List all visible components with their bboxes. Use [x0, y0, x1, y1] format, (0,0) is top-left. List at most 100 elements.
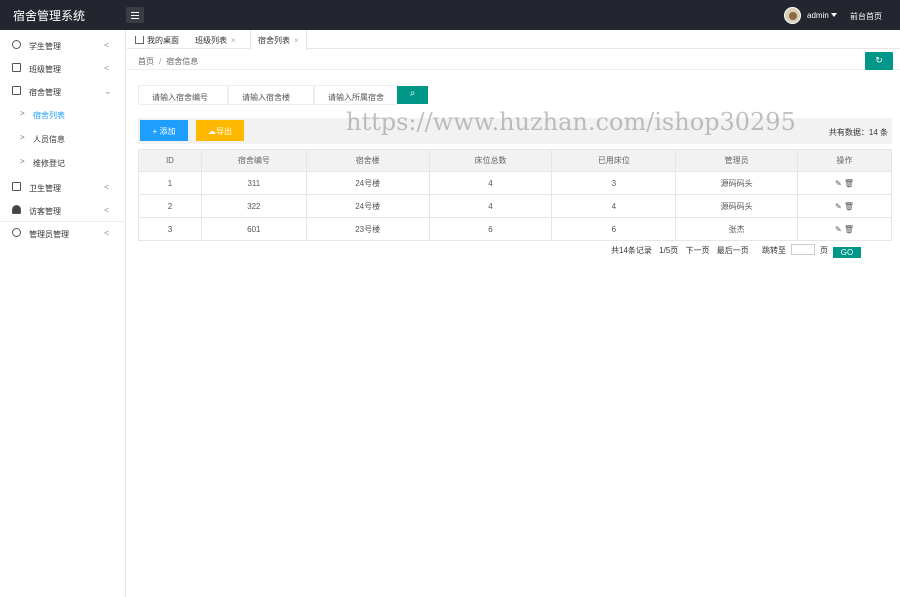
- chevron-left-icon: <: [104, 228, 110, 238]
- sidebar-item-label: 宿舍管理: [29, 88, 61, 97]
- sidebar-item-visitors[interactable]: 访客管理 <: [0, 199, 126, 221]
- pager-page-info: 1/5页: [659, 246, 679, 255]
- visitors-icon: [12, 205, 21, 214]
- chevron-down-icon[interactable]: [831, 13, 837, 17]
- sidebar-item-classes[interactable]: 班级管理 <: [0, 57, 126, 79]
- column-header: 管理员: [675, 149, 799, 172]
- chevron-right-icon: >: [20, 133, 25, 142]
- breadcrumb: 首页 / 宿舍信息: [127, 50, 900, 70]
- table-cell: 源码码头: [675, 194, 799, 218]
- column-header: 床位总数: [428, 149, 553, 172]
- pager-jump-label: 跳转至: [761, 246, 786, 255]
- sidebar-subitem-label: 人员信息: [33, 135, 65, 144]
- table-cell: 4: [428, 194, 553, 218]
- table-cell: 6: [551, 217, 677, 241]
- tab-desktop[interactable]: 我的桌面: [135, 30, 179, 49]
- sidebar: 学生管理 < 班级管理 < 宿舍管理 ⌄ > 宿舍列表 > 人员信息 > 维修登…: [0, 30, 126, 597]
- chevron-right-icon: >: [20, 109, 25, 118]
- building-input[interactable]: 请输入宿舍楼: [228, 85, 314, 105]
- sidebar-subitem-repairs[interactable]: > 维修登记: [0, 151, 126, 173]
- dorm-icon: [12, 86, 21, 95]
- column-header: ID: [138, 149, 202, 172]
- close-icon[interactable]: ×: [231, 36, 236, 45]
- page-number-input[interactable]: [790, 244, 815, 255]
- table-cell: 1: [138, 171, 202, 195]
- chevron-left-icon: <: [104, 182, 110, 192]
- table-cell: 4: [428, 171, 553, 195]
- delete-icon[interactable]: 🗑: [844, 225, 854, 234]
- main-content: 我的桌面 班级列表 × 宿舍列表 × 首页 / 宿舍信息 ↻ 请输入宿舍编号 请输入宿舍…: [127, 30, 900, 597]
- owner-dorm-input[interactable]: 请输入所属宿舍: [314, 85, 398, 105]
- export-label: 导出: [216, 127, 232, 136]
- chevron-left-icon: <: [104, 63, 110, 73]
- table-cell: 601: [200, 217, 307, 241]
- table-cell: 311: [200, 171, 307, 195]
- add-label: 添加: [159, 127, 176, 136]
- tab-label: 我的桌面: [147, 36, 179, 45]
- refresh-button[interactable]: ↻: [865, 52, 893, 70]
- table-cell: 源码码头: [675, 171, 799, 195]
- column-header: 宿舍编号: [200, 149, 307, 172]
- sidebar-subitem-label: 维修登记: [33, 159, 65, 168]
- sidebar-item-students[interactable]: 学生管理 <: [0, 34, 126, 56]
- table-actions: ✎ 🗑: [797, 217, 892, 241]
- pagination: 共14条记录 1/5页 下一页 最后一页 跳转至 页 GO: [611, 244, 866, 258]
- edit-icon[interactable]: ✎: [835, 225, 842, 234]
- table-row: 1 311 24号楼 4 3 源码码头 ✎ 🗑: [138, 171, 892, 195]
- dorm-table: ID 宿舍编号 宿舍楼 床位总数 已用床位 管理员 操作 1 311 24号楼 …: [138, 149, 892, 241]
- table-row: 3 601 23号楼 6 6 张杰 ✎ 🗑: [138, 217, 892, 241]
- table-cell: 4: [551, 194, 677, 218]
- dorm-number-input[interactable]: 请输入宿舍编号: [138, 85, 228, 105]
- sidebar-item-admins[interactable]: 管理员管理 <: [0, 222, 126, 244]
- front-page-link[interactable]: 前台首页: [850, 11, 882, 22]
- hygiene-icon: [12, 182, 21, 191]
- sidebar-subitem-dorm-list[interactable]: > 宿舍列表: [0, 103, 126, 125]
- app-title: 宿舍管理系统: [13, 9, 86, 23]
- search-button[interactable]: ⌕: [397, 86, 428, 104]
- delete-icon[interactable]: 🗑: [844, 202, 854, 211]
- user-name[interactable]: admin: [807, 11, 829, 20]
- sidebar-item-label: 班级管理: [29, 65, 61, 74]
- table-actions: ✎ 🗑: [797, 194, 892, 218]
- go-button[interactable]: GO: [832, 247, 861, 258]
- delete-icon[interactable]: 🗑: [844, 179, 854, 188]
- tab-bar: 我的桌面 班级列表 × 宿舍列表 ×: [127, 30, 900, 50]
- sidebar-item-label: 学生管理: [29, 42, 61, 51]
- breadcrumb-separator: /: [159, 57, 162, 66]
- search-icon: ⌕: [409, 88, 416, 99]
- menu-toggle-button[interactable]: [126, 7, 144, 23]
- chevron-right-icon: >: [20, 157, 25, 166]
- breadcrumb-current: 宿舍信息: [166, 57, 199, 66]
- sidebar-item-label: 访客管理: [29, 207, 61, 216]
- sidebar-subitem-personnel[interactable]: > 人员信息: [0, 127, 126, 149]
- breadcrumb-home[interactable]: 首页: [138, 57, 154, 66]
- pager-summary: 共14条记录: [611, 246, 652, 255]
- sidebar-subitem-label: 宿舍列表: [33, 111, 65, 120]
- column-header: 已用床位: [551, 149, 677, 172]
- close-icon[interactable]: ×: [294, 36, 299, 45]
- chevron-left-icon: <: [104, 205, 110, 215]
- search-row: 请输入宿舍编号 请输入宿舍楼 请输入所属宿舍 ⌕: [127, 85, 900, 110]
- chevron-left-icon: <: [104, 40, 110, 50]
- total-count: 共有数据：14 条: [828, 128, 888, 137]
- table-header-row: ID 宿舍编号 宿舍楼 床位总数 已用床位 管理员 操作: [138, 149, 892, 172]
- add-button[interactable]: + 添加: [140, 120, 188, 141]
- sidebar-item-hygiene[interactable]: 卫生管理 <: [0, 176, 126, 198]
- pager-last-link[interactable]: 最后一页: [717, 246, 749, 255]
- sidebar-item-dorms[interactable]: 宿舍管理 ⌄: [0, 80, 126, 102]
- tab-dorm-list[interactable]: 宿舍列表 ×: [250, 30, 307, 50]
- column-header: 宿舍楼: [305, 149, 430, 172]
- home-icon: [135, 36, 144, 44]
- export-button[interactable]: ☁导出: [196, 120, 244, 141]
- edit-icon[interactable]: ✎: [835, 179, 842, 188]
- top-header: 宿舍管理系统 admin 前台首页: [0, 0, 900, 30]
- tab-label: 班级列表: [195, 36, 227, 45]
- edit-icon[interactable]: ✎: [835, 202, 842, 211]
- tab-class-list[interactable]: 班级列表 ×: [195, 30, 236, 49]
- admin-icon: [12, 228, 21, 237]
- column-header: 操作: [797, 149, 892, 172]
- refresh-icon: ↻: [875, 55, 883, 65]
- pager-next-link[interactable]: 下一页: [686, 246, 710, 255]
- avatar[interactable]: [784, 7, 801, 24]
- table-row: 2 322 24号楼 4 4 源码码头 ✎ 🗑: [138, 194, 892, 218]
